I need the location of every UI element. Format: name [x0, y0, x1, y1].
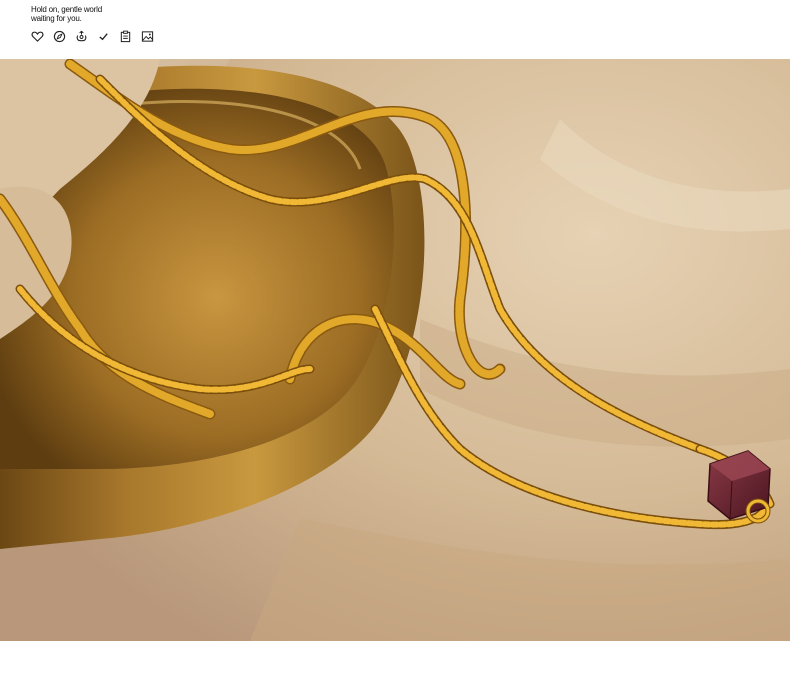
recycle-icon — [76, 30, 87, 42]
tagline-line-2: waiting for you. — [31, 14, 82, 23]
image-icon — [141, 31, 154, 42]
check-icon — [99, 33, 108, 41]
product-page: Hold on, gentle world waiting for you. — [0, 0, 790, 681]
heart-icon — [31, 31, 44, 42]
header: Hold on, gentle world waiting for you. — [31, 5, 231, 23]
icon-row — [31, 30, 154, 43]
compass-icon — [53, 30, 66, 43]
necklace-photo-illustration — [0, 59, 790, 641]
clipboard-icon — [120, 30, 131, 43]
tagline-line-1: Hold on, gentle world — [31, 5, 102, 14]
product-photo — [0, 59, 790, 641]
gemstone-pendant — [707, 450, 771, 520]
